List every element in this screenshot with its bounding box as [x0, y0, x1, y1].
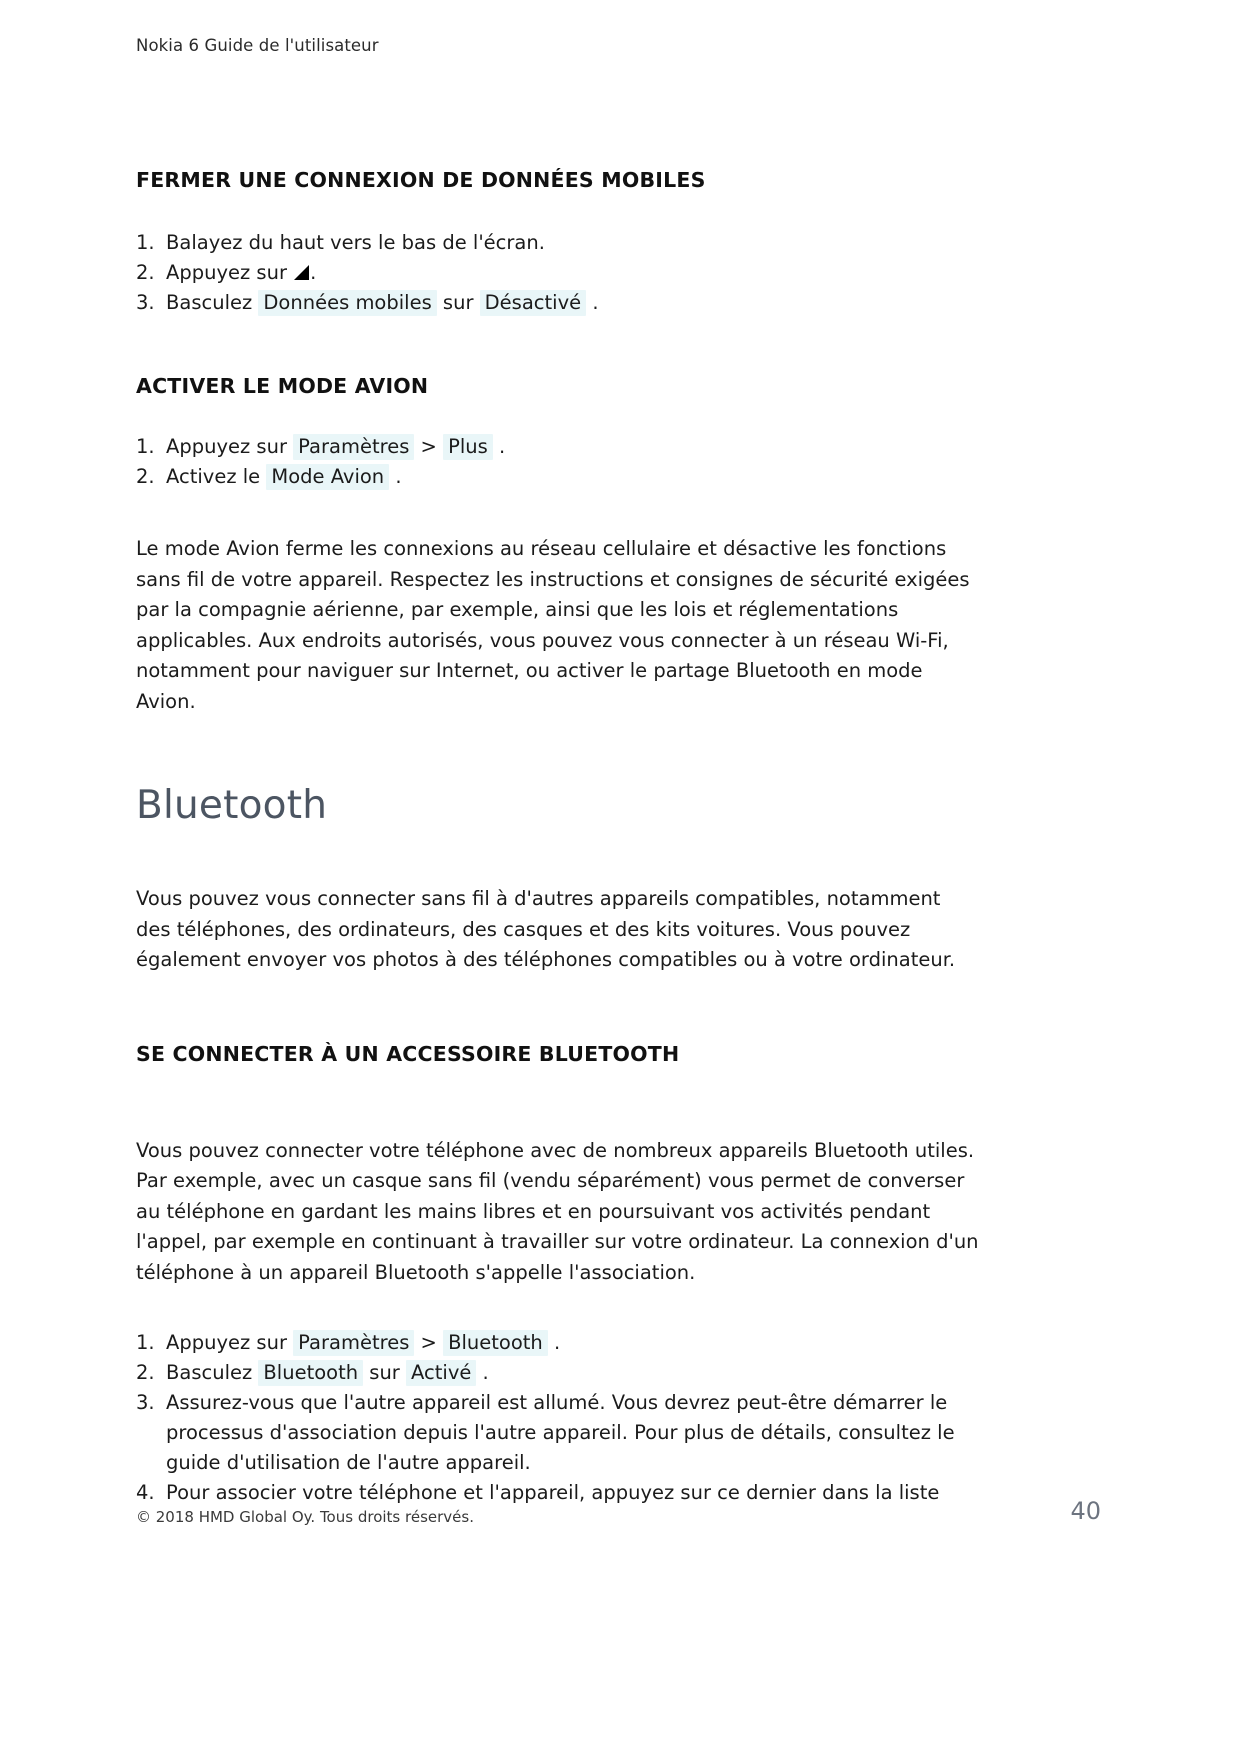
list-item-number: 4. [136, 1481, 155, 1504]
list-item: 3. Assurez-vous que l'autre appareil est … [136, 1388, 981, 1478]
steps-bluetooth-pairing: 1. Appuyez sur Paramètres > Bluetooth . 2.… [136, 1328, 981, 1508]
step-text: Activez le [166, 465, 267, 488]
list-item: 2. Basculez Bluetooth sur Activé . [136, 1358, 981, 1388]
ui-element-label: Désactivé [479, 290, 587, 316]
step-text: Appuyez sur [166, 261, 294, 284]
ui-element-label: Paramètres [293, 1330, 415, 1356]
running-head: Nokia 6 Guide de l'utilisateur [136, 36, 379, 55]
step-text: Basculez [166, 1361, 259, 1384]
list-item: 2. Appuyez sur . [136, 258, 981, 288]
step-text: sur [363, 1361, 407, 1384]
ui-element-label: Mode Avion [266, 464, 390, 490]
heading-airplane-mode: ACTIVER LE MODE AVION [136, 374, 429, 398]
ui-element-label: Bluetooth [258, 1360, 364, 1386]
list-item-number: 2. [136, 465, 155, 488]
step-text: . [492, 435, 506, 458]
triangle-icon [294, 265, 310, 280]
step-text: . [310, 261, 317, 284]
ui-element-label: Paramètres [293, 434, 415, 460]
paragraph-airplane-mode: Le mode Avion ferme les connexions au ré… [136, 537, 970, 713]
list-item: 1. Balayez du haut vers le bas de l'écran… [136, 228, 981, 258]
page-number: 40 [1070, 1497, 1101, 1525]
step-text: > [414, 1331, 444, 1354]
list-item-number: 3. [136, 291, 155, 314]
ui-element-label: Activé [406, 1360, 477, 1386]
ui-element-label: Données mobiles [258, 290, 437, 316]
step-text: . [389, 465, 402, 488]
heading-close-mobile-data: FERMER UNE CONNEXION DE DONNÉES MOBILES [136, 168, 706, 192]
list-item: 1. Appuyez sur Paramètres > Plus . [136, 432, 981, 462]
step-text: . [586, 291, 599, 314]
step-text: Assurez-vous que l'autre appareil est al… [166, 1391, 955, 1474]
list-item: 1. Appuyez sur Paramètres > Bluetooth . [136, 1328, 981, 1358]
list-item-number: 1. [136, 435, 155, 458]
list-item-number: 2. [136, 1361, 155, 1384]
heading-connect-bluetooth-accessory: SE CONNECTER À UN ACCESSOIRE BLUETOOTH [136, 1041, 680, 1066]
list-item-number: 1. [136, 231, 155, 254]
list-item-number: 2. [136, 261, 155, 284]
step-text: > [414, 435, 444, 458]
copyright-footer: © 2018 HMD Global Oy. Tous droits réserv… [136, 1508, 474, 1526]
step-text: Balayez du haut vers le bas de l'écran. [166, 231, 545, 254]
paragraph-bluetooth-intro: Vous pouvez vous connecter sans fil à d'… [136, 887, 956, 971]
step-text: Pour associer votre téléphone et l'appar… [166, 1481, 940, 1504]
heading-bluetooth: Bluetooth [136, 783, 328, 828]
ui-element-label: Bluetooth [443, 1330, 548, 1356]
document-page: Nokia 6 Guide de l'utilisateur FERMER UN… [0, 0, 1241, 1754]
step-text: . [547, 1331, 561, 1354]
list-item: 3. Basculez Données mobiles sur Désactivé… [136, 288, 981, 318]
page-content: FERMER UNE CONNEXION DE DONNÉES MOBILES … [136, 168, 981, 1508]
step-text: Appuyez sur [166, 1331, 294, 1354]
step-text: . [476, 1361, 489, 1384]
steps-airplane-mode: 1. Appuyez sur Paramètres > Plus . 2. Activ… [136, 432, 981, 492]
paragraph-bluetooth-pairing: Vous pouvez connecter votre téléphone av… [136, 1138, 979, 1284]
list-item: 2. Activez le Mode Avion . [136, 462, 981, 492]
list-item-number: 1. [136, 1331, 155, 1354]
steps-close-mobile-data: 1. Balayez du haut vers le bas de l'écran… [136, 228, 981, 318]
list-item: 4. Pour associer votre téléphone et l'app… [136, 1478, 981, 1508]
step-text: Appuyez sur [166, 435, 294, 458]
list-item-number: 3. [136, 1391, 155, 1414]
step-text: sur [436, 291, 480, 314]
step-text: Basculez [166, 291, 259, 314]
ui-element-label: Plus [443, 434, 493, 460]
